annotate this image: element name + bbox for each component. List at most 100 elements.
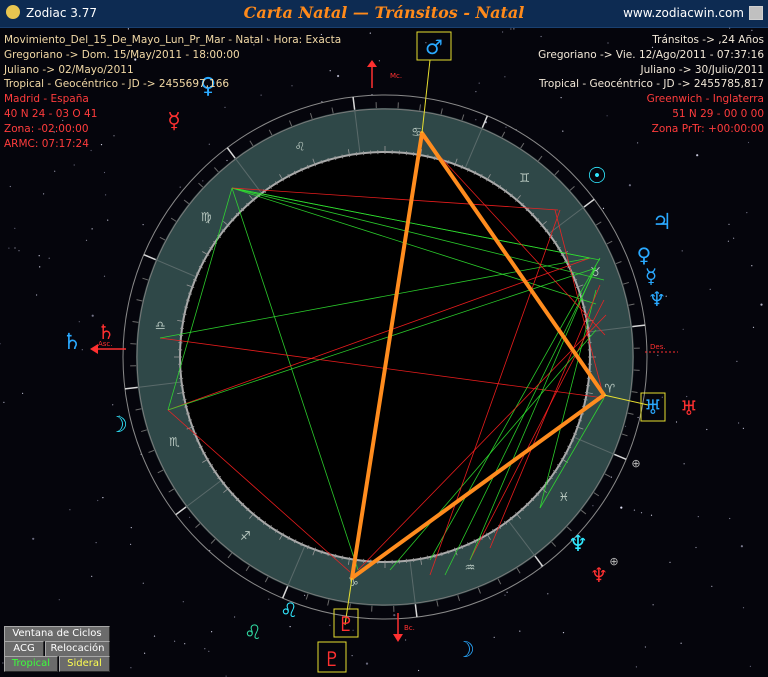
star [729, 27, 731, 29]
star [112, 404, 114, 406]
star [746, 212, 748, 214]
star [43, 193, 45, 195]
star [602, 207, 605, 209]
star [696, 154, 699, 157]
star [369, 32, 371, 34]
degree-tick [516, 567, 521, 574]
tropical-button[interactable]: Tropical [4, 656, 58, 672]
relocation-button[interactable]: Relocación [45, 641, 110, 657]
degree-tick [143, 253, 157, 261]
transit-info-line: Greenwich - Inglaterra [646, 93, 764, 106]
degree-tick [210, 538, 216, 544]
degree-tick [183, 199, 190, 205]
star [32, 537, 35, 540]
degree-tick [142, 277, 149, 281]
transit-pluto-glyph: ♇ [323, 647, 341, 671]
star [39, 266, 41, 268]
star [130, 543, 132, 546]
degree-tick [604, 473, 611, 478]
sign-glyph: ♎ [155, 318, 166, 332]
star [752, 326, 755, 328]
degree-tick [551, 541, 556, 547]
star [478, 82, 480, 84]
sign-glyph: ♏ [169, 435, 180, 449]
star [69, 509, 71, 511]
degree-tick [632, 324, 646, 328]
acg-button[interactable]: ACG [4, 641, 44, 657]
star [736, 360, 738, 362]
transit-info-line: Tropical - Geocéntrico - JD -> 2455785,8… [538, 78, 764, 91]
star [475, 119, 477, 121]
degree-tick [281, 585, 289, 599]
star [709, 288, 711, 290]
star [91, 228, 93, 230]
mc-arrow [367, 60, 377, 67]
degree-tick [593, 492, 600, 497]
star [107, 219, 109, 221]
star [650, 514, 653, 516]
part-of-fortune-2-glyph: ⊕ [609, 555, 618, 568]
bc-label: Bc. [404, 624, 415, 632]
degree-tick [628, 303, 635, 306]
degree-tick [195, 523, 201, 528]
star [738, 422, 740, 424]
degree-tick [159, 236, 166, 241]
star [742, 427, 745, 429]
website-link[interactable]: www.zodiacwin.com [623, 6, 744, 20]
sign-glyph: ♍ [201, 210, 212, 224]
bc-arrow [393, 634, 403, 642]
transit-saturn-glyph: ♄ [97, 320, 115, 344]
sign-glyph: ♓ [558, 490, 569, 504]
degree-tick [214, 167, 219, 173]
transit-info-line: Tránsitos -> ,24 Años [652, 34, 764, 46]
star [711, 585, 713, 587]
star [95, 542, 97, 544]
star [418, 669, 420, 672]
natal-neptune-glyph: ♆ [648, 287, 666, 311]
band-tick [179, 327, 185, 330]
star [329, 624, 331, 627]
star [706, 428, 708, 431]
star [640, 512, 643, 514]
star [211, 631, 213, 633]
degree-tick [580, 509, 587, 515]
degree-tick [569, 186, 575, 191]
star [633, 509, 636, 511]
transit-info-panel: Tránsitos -> ,24 Años Gregoriano -> Vie.… [538, 33, 764, 137]
degree-tick [140, 429, 148, 433]
degree-tick [352, 96, 356, 110]
star [728, 223, 730, 225]
star [405, 639, 407, 641]
star [760, 303, 763, 306]
star [683, 463, 685, 465]
minimize-button[interactable] [749, 6, 763, 20]
degree-tick [419, 104, 421, 111]
star [637, 142, 639, 144]
app-window: Zodiac 3.77 Carta Natal — Tránsitos - Na… [0, 0, 768, 677]
star [740, 545, 744, 548]
title-bar: Zodiac 3.77 Carta Natal — Tránsitos - Na… [0, 0, 768, 28]
star [504, 76, 506, 78]
star [620, 506, 623, 509]
star [144, 652, 146, 654]
star [378, 60, 380, 62]
natal-info-panel: Movimiento_Del_15_De_Mayo_Lun_Pr_Mar - N… [4, 33, 341, 151]
star [226, 159, 228, 162]
natal-info-line: Movimiento_Del_15_De_Mayo_Lun_Pr_Mar - N… [4, 34, 342, 46]
degree-tick [414, 604, 418, 618]
natal-moon-glyph: ☽ [108, 413, 128, 438]
star [130, 527, 132, 529]
star [14, 227, 16, 229]
cycles-window-button[interactable]: Ventana de Ciclos [4, 626, 110, 642]
star [18, 250, 20, 252]
star [14, 247, 16, 249]
natal-info-line: Tropical - Geocéntrico - JD -> 2455697,1… [4, 78, 230, 91]
star [733, 237, 735, 239]
star [592, 505, 594, 507]
degree-tick [245, 565, 250, 572]
sidereal-button[interactable]: Sideral [59, 656, 110, 672]
star [91, 314, 94, 317]
star [234, 616, 236, 618]
star [519, 630, 521, 632]
star [58, 599, 60, 601]
